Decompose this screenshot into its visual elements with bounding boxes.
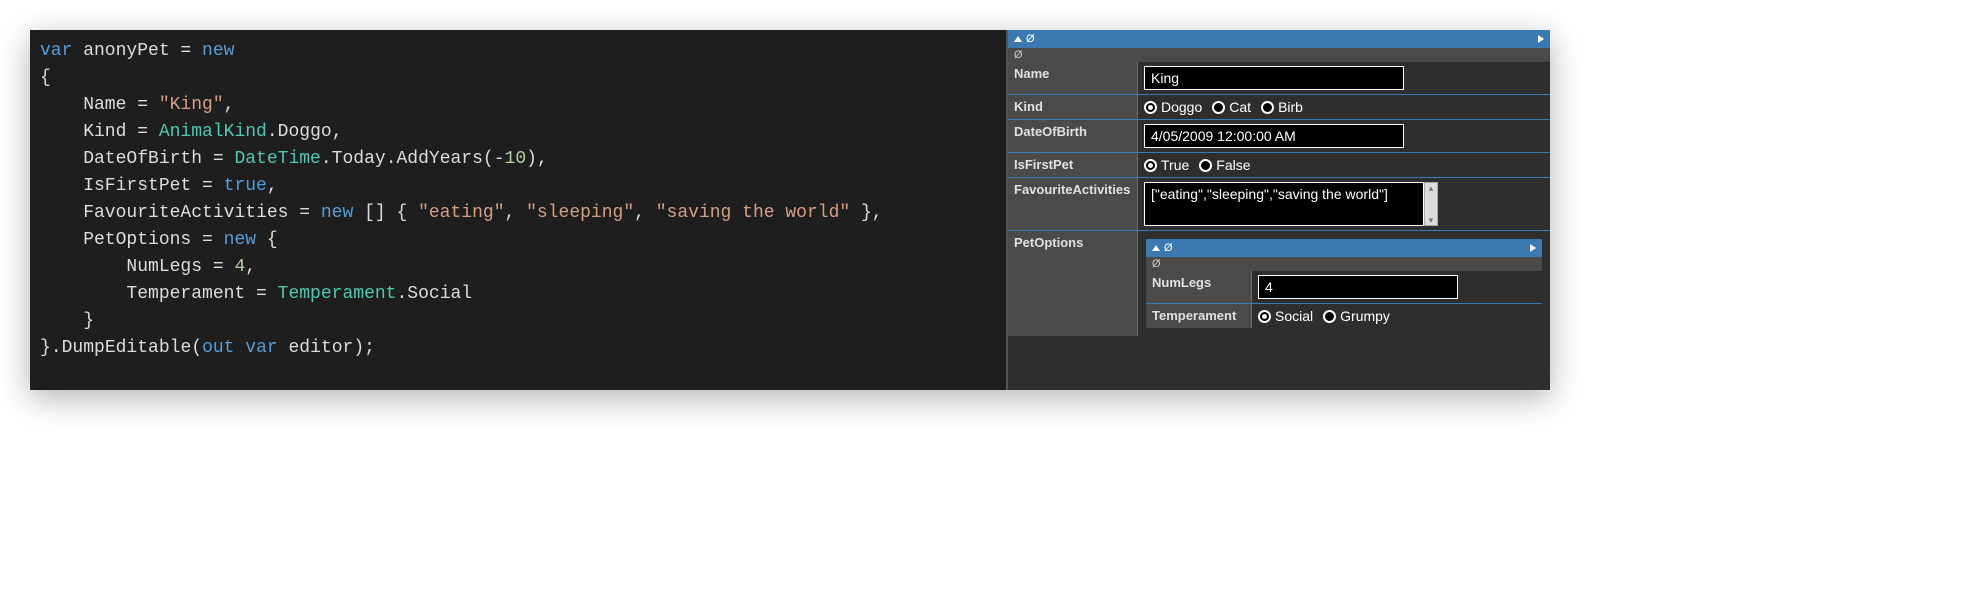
radio-kind-cat[interactable]: Cat [1212, 99, 1251, 115]
nested-type-label: Ø [1164, 242, 1173, 254]
label-temperament: Temperament [1146, 304, 1252, 328]
radio-label: Grumpy [1340, 308, 1390, 324]
radio-kind-doggo[interactable]: Doggo [1144, 99, 1202, 115]
radio-dot-icon[interactable] [1258, 310, 1271, 323]
radio-dot-icon[interactable] [1144, 101, 1157, 114]
radio-label: Birb [1278, 99, 1303, 115]
radio-temperament-grumpy[interactable]: Grumpy [1323, 308, 1390, 324]
row-dob: DateOfBirth [1008, 120, 1550, 153]
radio-dot-icon[interactable] [1323, 310, 1336, 323]
row-kind: Kind Doggo Cat Birb [1008, 95, 1550, 120]
scroll-up-icon[interactable]: ▴ [1429, 183, 1434, 193]
object-subheader: Ø [1008, 48, 1550, 62]
label-name: Name [1008, 62, 1138, 94]
label-isfirstpet: IsFirstPet [1008, 153, 1138, 177]
scroll-down-icon[interactable]: ▾ [1429, 215, 1434, 225]
input-dob[interactable] [1144, 124, 1404, 148]
input-name[interactable] [1144, 66, 1404, 90]
nested-header[interactable]: Ø [1146, 239, 1542, 257]
collapse-icon[interactable] [1152, 245, 1160, 251]
row-petoptions: PetOptions Ø Ø NumLegs [1008, 231, 1550, 336]
object-header[interactable]: Ø [1008, 30, 1550, 48]
label-favactivities: FavouriteActivities [1008, 178, 1138, 230]
textarea-favactivities[interactable] [1144, 182, 1424, 226]
row-temperament: Temperament Social Grumpy [1146, 304, 1542, 328]
radio-label: Cat [1229, 99, 1251, 115]
expand-icon[interactable] [1538, 35, 1544, 43]
label-dob: DateOfBirth [1008, 120, 1138, 152]
collapse-icon[interactable] [1014, 36, 1022, 42]
label-numlegs: NumLegs [1146, 271, 1252, 303]
row-favactivities: FavouriteActivities ▴ ▾ [1008, 178, 1550, 231]
radio-kind-birb[interactable]: Birb [1261, 99, 1303, 115]
code-editor[interactable]: var anonyPet = new { Name = "King", Kind… [30, 30, 1008, 390]
results-panel: Ø Ø Name Kind Doggo Cat Birb [1008, 30, 1550, 390]
radio-label: Doggo [1161, 99, 1202, 115]
row-name: Name [1008, 62, 1550, 95]
radio-label: Social [1275, 308, 1313, 324]
radio-group-kind: Doggo Cat Birb [1138, 95, 1550, 119]
radio-isfirstpet-true[interactable]: True [1144, 157, 1189, 173]
radio-dot-icon[interactable] [1199, 159, 1212, 172]
radio-group-temperament: Social Grumpy [1252, 304, 1542, 328]
radio-label: False [1216, 157, 1250, 173]
radio-isfirstpet-false[interactable]: False [1199, 157, 1250, 173]
radio-group-isfirstpet: True False [1138, 153, 1550, 177]
input-numlegs[interactable] [1258, 275, 1458, 299]
radio-dot-icon[interactable] [1261, 101, 1274, 114]
row-isfirstpet: IsFirstPet True False [1008, 153, 1550, 178]
radio-dot-icon[interactable] [1212, 101, 1225, 114]
row-numlegs: NumLegs [1146, 271, 1542, 304]
label-kind: Kind [1008, 95, 1138, 119]
radio-temperament-social[interactable]: Social [1258, 308, 1313, 324]
object-type-label: Ø [1026, 33, 1035, 45]
scrollbar[interactable]: ▴ ▾ [1424, 182, 1438, 226]
nested-subheader: Ø [1146, 257, 1542, 271]
expand-icon[interactable] [1530, 244, 1536, 252]
radio-dot-icon[interactable] [1144, 159, 1157, 172]
label-petoptions: PetOptions [1008, 231, 1138, 336]
app-container: var anonyPet = new { Name = "King", Kind… [30, 30, 1550, 390]
radio-label: True [1161, 157, 1189, 173]
nested-petoptions: Ø Ø NumLegs Temperament S [1142, 235, 1546, 332]
